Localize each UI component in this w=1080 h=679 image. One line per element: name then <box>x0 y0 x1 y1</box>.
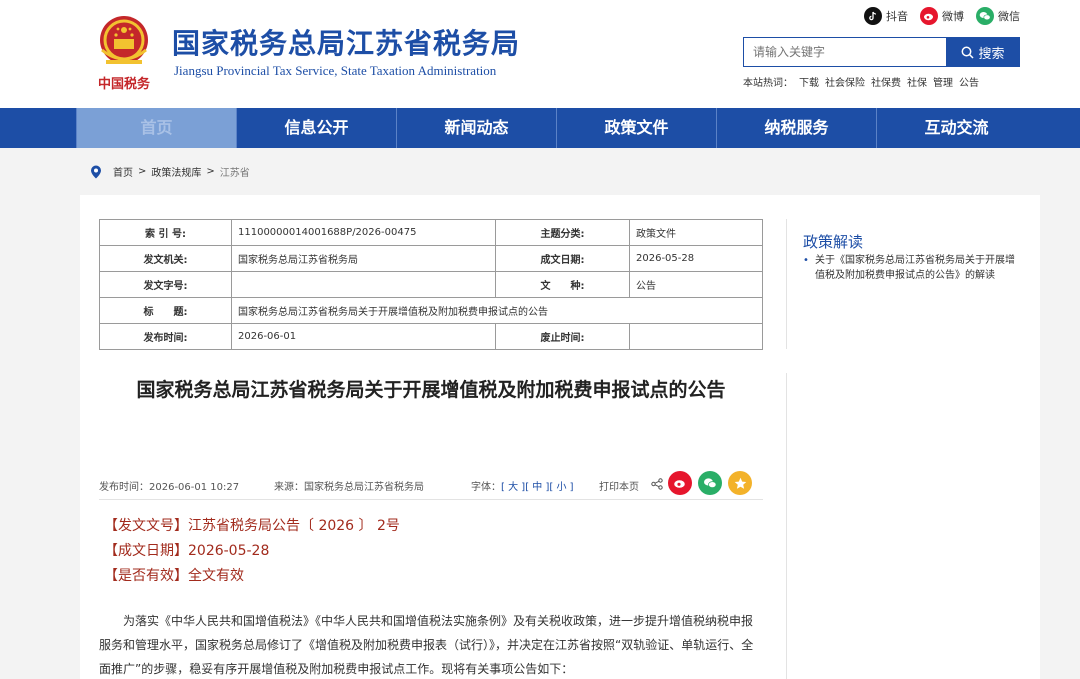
hotword-link[interactable]: 社保 <box>907 74 927 89</box>
document-meta-table: 索 引 号: 11100000014001688P/2026-00475 主题分… <box>99 219 763 350</box>
article-body-paragraph: 为落实《中华人民共和国增值税法》《中华人民共和国增值税法实施条例》及有关税收政策… <box>99 614 754 676</box>
nav-item-info-disclosure[interactable]: 信息公开 <box>236 108 396 148</box>
doc-date: 【成文日期】2026-05-28 <box>104 543 270 559</box>
share-weibo-icon[interactable] <box>668 471 692 495</box>
table-row: 发文机关: 国家税务总局江苏省税务局 成文日期: 2026-05-28 <box>99 245 763 272</box>
wechat-icon <box>976 7 994 25</box>
svg-text:中国税务: 中国税务 <box>98 76 151 92</box>
site-title[interactable]: 国家税务总局江苏省税务局 <box>172 22 520 62</box>
breadcrumb-separator: > <box>206 166 215 177</box>
article-info-bar: 发布时间：2026-06-01 10:27 来源：国家税务总局江苏省税务局 字体… <box>99 471 763 497</box>
meta-key: 标 题: <box>99 297 232 324</box>
nav-item-tax-services[interactable]: 纳税服务 <box>716 108 876 148</box>
meta-value <box>231 271 496 298</box>
breadcrumb-current[interactable]: 江苏省 <box>220 164 250 179</box>
font-size-large[interactable]: 大 <box>508 482 518 493</box>
wechat-link[interactable]: 微信 <box>976 7 1020 25</box>
meta-value: 政策文件 <box>629 219 763 246</box>
douyin-label: 抖音 <box>886 10 908 23</box>
search-icon <box>962 46 975 59</box>
site-header: 中国税务 国家税务总局江苏省税务局 Jiangsu Provincial Tax… <box>0 0 1080 108</box>
font-size-medium[interactable]: 中 <box>532 482 542 493</box>
nav-item-interaction[interactable]: 互动交流 <box>876 108 1036 148</box>
meta-key: 发文机关: <box>99 245 232 272</box>
hotwords-label: 本站热词： <box>743 78 793 89</box>
font-size-label: 字体： <box>471 482 501 493</box>
article-title: 国家税务总局江苏省税务局关于开展增值税及附加税费申报试点的公告 <box>136 379 726 401</box>
weibo-label: 微博 <box>942 10 964 23</box>
breadcrumb-separator: > <box>138 166 147 177</box>
meta-value: 国家税务总局江苏省税务局关于开展增值税及附加税费申报试点的公告 <box>231 297 763 324</box>
table-row: 索 引 号: 11100000014001688P/2026-00475 主题分… <box>99 219 763 246</box>
content-panel: 索 引 号: 11100000014001688P/2026-00475 主题分… <box>80 195 1040 679</box>
nav-item-policy-documents[interactable]: 政策文件 <box>556 108 716 148</box>
meta-value <box>629 323 763 350</box>
share-wechat-icon[interactable] <box>698 471 722 495</box>
hotword-link[interactable]: 下载 <box>799 74 819 89</box>
search-button-label: 搜索 <box>978 46 1005 62</box>
doc-number: 【发文文号】江苏省税务局公告〔 2026 〕 2号 <box>104 518 400 534</box>
publish-time: 发布时间：2026-06-01 10:27 <box>99 482 240 493</box>
search-button[interactable]: 搜索 <box>946 37 1020 67</box>
site-subtitle-en: Jiangsu Provincial Tax Service, State Ta… <box>174 63 497 78</box>
info-divider <box>99 499 763 500</box>
meta-value: 11100000014001688P/2026-00475 <box>231 219 496 246</box>
breadcrumb-policy-library[interactable]: 政策法规库 <box>151 164 201 179</box>
meta-value: 国家税务总局江苏省税务局 <box>231 245 496 272</box>
meta-key: 发布时间: <box>99 323 232 350</box>
print-page-link[interactable]: 打印本页 <box>599 478 639 493</box>
meta-value: 2026-05-28 <box>629 245 763 272</box>
hotword-link[interactable]: 社会保险 <box>825 74 865 89</box>
table-row: 标 题: 国家税务总局江苏省税务局关于开展增值税及附加税费申报试点的公告 <box>99 297 763 324</box>
sidebar-divider <box>786 373 787 679</box>
hotword-link[interactable]: 公告 <box>959 74 979 89</box>
meta-value: 2026-06-01 <box>231 323 496 350</box>
search-input[interactable] <box>743 37 946 67</box>
font-size-small[interactable]: 小 <box>556 482 566 493</box>
breadcrumb: 首页 > 政策法规库 > 江苏省 <box>90 164 250 179</box>
main-nav: 首页 信息公开 新闻动态 政策文件 纳税服务 互动交流 <box>0 108 1080 148</box>
table-row: 发布时间: 2026-06-01 废止时间: <box>99 323 763 350</box>
weibo-link[interactable]: 微博 <box>920 7 964 25</box>
wechat-label: 微信 <box>998 10 1020 23</box>
doc-validity: 【是否有效】全文有效 <box>104 568 244 584</box>
tax-emblem-logo[interactable]: 中国税务 <box>92 10 156 94</box>
weibo-icon <box>920 7 938 25</box>
sidebar-divider <box>786 219 787 349</box>
bullet-icon: • <box>803 255 809 266</box>
sidebar-item-label: 关于《国家税务总局江苏省税务局关于开展增值税及附加税费申报试点的公告》的解读 <box>815 255 1015 281</box>
hotword-link[interactable]: 社保费 <box>871 74 901 89</box>
sidebar-interpretation-link[interactable]: • 关于《国家税务总局江苏省税务局关于开展增值税及附加税费申报试点的公告》的解读 <box>803 253 1023 283</box>
favorite-star-icon[interactable] <box>728 471 752 495</box>
share-icon[interactable] <box>651 478 663 490</box>
meta-key: 发文字号: <box>99 271 232 298</box>
meta-key: 废止时间: <box>495 323 630 350</box>
font-size-control: 字体：[ 大 ][ 中 ][ 小 ] <box>471 482 574 493</box>
nav-item-home[interactable]: 首页 <box>76 108 236 148</box>
douyin-link[interactable]: 抖音 <box>864 7 908 25</box>
sidebar-title: 政策解读 <box>803 233 864 251</box>
douyin-icon <box>864 7 882 25</box>
meta-key: 文 种: <box>495 271 630 298</box>
table-row: 发文字号: 文 种: 公告 <box>99 271 763 298</box>
nav-item-news[interactable]: 新闻动态 <box>396 108 556 148</box>
article-source: 来源：国家税务总局江苏省税务局 <box>274 482 424 493</box>
meta-key: 成文日期: <box>495 245 630 272</box>
meta-key: 主题分类: <box>495 219 630 246</box>
meta-key: 索 引 号: <box>99 219 232 246</box>
breadcrumb-home[interactable]: 首页 <box>113 164 133 179</box>
meta-value: 公告 <box>629 271 763 298</box>
hotword-link[interactable]: 管理 <box>933 74 953 89</box>
location-pin-icon <box>91 165 101 178</box>
hot-keywords: 本站热词： 下载 社会保险 社保费 社保 管理 公告 <box>743 74 985 89</box>
